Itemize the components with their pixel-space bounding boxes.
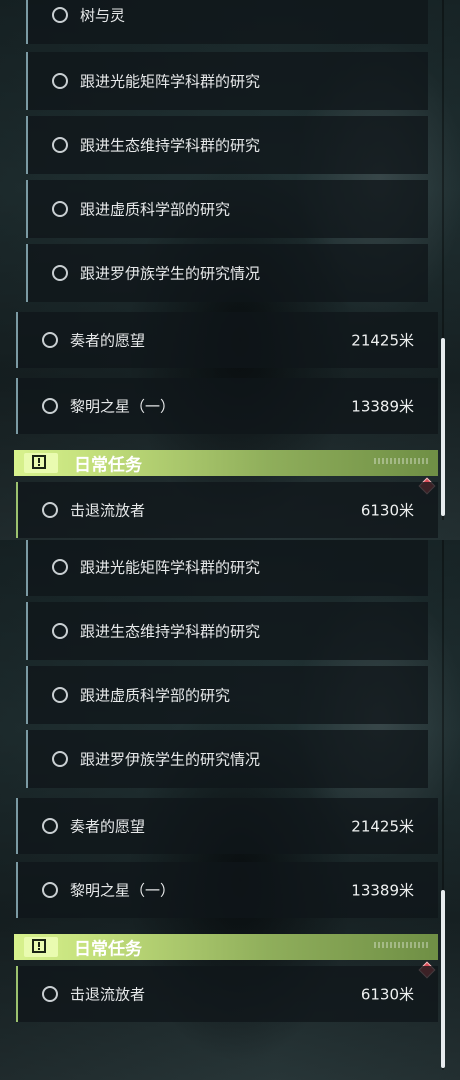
quest-list-panel: 树与灵 跟进光能矩阵学科群的研究 跟进生态维持学科群的研究 跟进虚质科学部的研究…: [0, 0, 460, 540]
quest-status-circle-icon: [42, 332, 58, 348]
quest-status-circle-icon: [42, 818, 58, 834]
daily-quests-header[interactable]: 日常任务: [14, 450, 438, 476]
quest-status-circle-icon: [52, 623, 68, 639]
quest-status-circle-icon: [52, 559, 68, 575]
daily-quests-title: 日常任务: [74, 939, 142, 960]
quest-status-circle-icon: [52, 73, 68, 89]
main-quest-label: 黎明之星（一）: [70, 881, 176, 900]
sub-quest-label: 跟进光能矩阵学科群的研究: [80, 558, 261, 577]
daily-quest-item[interactable]: 击退流放者 6130米: [16, 482, 438, 538]
quest-status-circle-icon: [52, 751, 68, 767]
sub-quest-label: 跟进光能矩阵学科群的研究: [80, 72, 261, 91]
sub-quest-item[interactable]: 树与灵: [26, 0, 428, 44]
main-quest-item[interactable]: 奏者的愿望 21425米: [16, 798, 438, 854]
quest-status-circle-icon: [52, 265, 68, 281]
alert-square-icon: [24, 937, 58, 957]
main-quest-item[interactable]: 奏者的愿望 21425米: [16, 312, 438, 368]
quest-status-circle-icon: [42, 502, 58, 518]
daily-quest-label: 击退流放者: [70, 501, 146, 520]
sub-quest-item[interactable]: 跟进罗伊族学生的研究情况: [26, 730, 428, 788]
quest-distance: 21425米: [351, 331, 414, 350]
quest-status-circle-icon: [52, 7, 68, 23]
sub-quest-label: 跟进虚质科学部的研究: [80, 686, 231, 705]
main-quest-item[interactable]: 黎明之星（一） 13389米: [16, 862, 438, 918]
daily-quests-title: 日常任务: [74, 455, 142, 476]
sub-quest-label: 跟进生态维持学科群的研究: [80, 136, 261, 155]
quest-status-circle-icon: [52, 137, 68, 153]
sub-quest-item[interactable]: 跟进虚质科学部的研究: [26, 180, 428, 238]
quest-status-circle-icon: [52, 201, 68, 217]
scrollbar-thumb[interactable]: [441, 338, 445, 516]
quest-distance: 13389米: [351, 881, 414, 900]
sub-quest-item[interactable]: 跟进光能矩阵学科群的研究: [26, 52, 428, 110]
scrollbar-thumb[interactable]: [441, 890, 445, 1068]
sub-quest-label: 跟进虚质科学部的研究: [80, 200, 231, 219]
main-quest-label: 奏者的愿望: [70, 331, 146, 350]
quest-status-circle-icon: [42, 398, 58, 414]
banner-decoration: [374, 458, 430, 464]
quest-distance: 13389米: [351, 397, 414, 416]
main-quest-item[interactable]: 黎明之星（一） 13389米: [16, 378, 438, 434]
sub-quest-label: 树与灵: [80, 6, 126, 25]
sub-quest-label: 跟进生态维持学科群的研究: [80, 622, 261, 641]
sub-quest-item[interactable]: 跟进虚质科学部的研究: [26, 666, 428, 724]
sub-quest-label: 跟进罗伊族学生的研究情况: [80, 264, 261, 283]
quest-list-panel: 跟进光能矩阵学科群的研究 跟进生态维持学科群的研究 跟进虚质科学部的研究 跟进罗…: [0, 540, 460, 1080]
sub-quest-item[interactable]: 跟进罗伊族学生的研究情况: [26, 244, 428, 302]
quest-status-circle-icon: [42, 986, 58, 1002]
alert-square-icon: [24, 453, 58, 473]
sub-quest-label: 跟进罗伊族学生的研究情况: [80, 750, 261, 769]
daily-quest-label: 击退流放者: [70, 985, 146, 1004]
sub-quest-item[interactable]: 跟进生态维持学科群的研究: [26, 116, 428, 174]
quest-distance: 21425米: [351, 817, 414, 836]
quest-status-circle-icon: [42, 882, 58, 898]
sub-quest-item[interactable]: 跟进生态维持学科群的研究: [26, 602, 428, 660]
daily-quests-header[interactable]: 日常任务: [14, 934, 438, 960]
sub-quest-item[interactable]: 跟进光能矩阵学科群的研究: [26, 540, 428, 596]
main-quest-label: 黎明之星（一）: [70, 397, 176, 416]
banner-decoration: [374, 942, 430, 948]
quest-status-circle-icon: [52, 687, 68, 703]
main-quest-label: 奏者的愿望: [70, 817, 146, 836]
quest-distance: 6130米: [360, 985, 414, 1004]
quest-distance: 6130米: [360, 501, 414, 520]
daily-quest-item[interactable]: 击退流放者 6130米: [16, 966, 438, 1022]
